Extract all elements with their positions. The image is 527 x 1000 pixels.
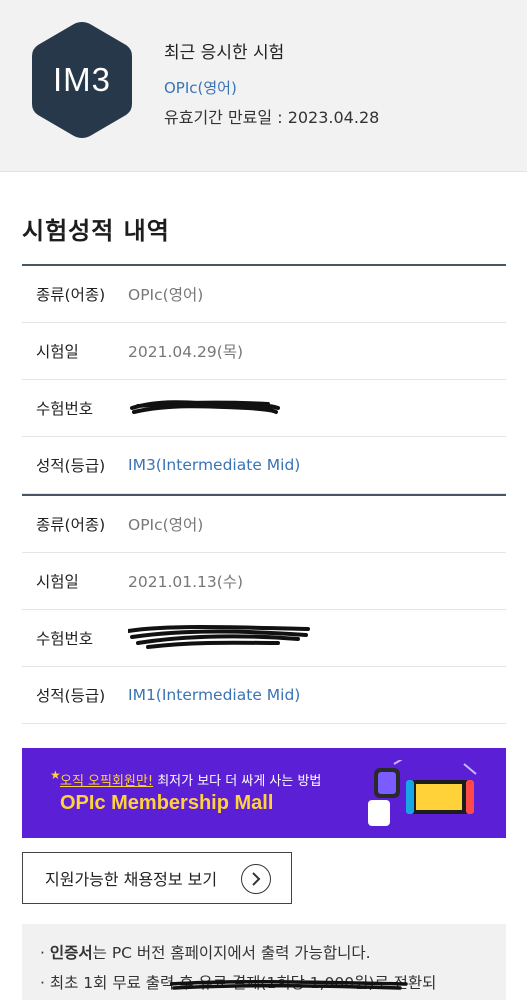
- date-value: 2021.04.29(목): [128, 343, 244, 361]
- view-jobs-label: 지원가능한 채용정보 보기: [45, 870, 218, 889]
- type-label: 종류(어종): [36, 516, 106, 534]
- redaction-scribble: [170, 979, 408, 990]
- type-label: 종류(어종): [36, 286, 106, 304]
- products-illustration: [368, 760, 477, 826]
- type-value: OPIc(영어): [128, 516, 204, 534]
- expiry-date: 유효기간 만료일 : 2023.04.28: [164, 108, 380, 127]
- table-row: 종류(어종) OPIc(영어): [22, 496, 506, 553]
- table-row: 성적(등급) IM3(Intermediate Mid): [22, 437, 506, 494]
- date-value: 2021.01.13(수): [128, 573, 244, 591]
- grade-value: IM1(Intermediate Mid): [128, 686, 301, 704]
- redacted-number-scribble: [128, 394, 288, 422]
- type-value: OPIc(영어): [128, 286, 204, 304]
- table-row: 수험번호: [22, 610, 506, 667]
- grade-label: 성적(등급): [36, 457, 106, 475]
- table-row: 시험일 2021.04.29(목): [22, 323, 506, 380]
- redacted-number-scribble: [126, 621, 318, 655]
- membership-mall-banner[interactable]: ★ 오직 오픽회원만! 최저가 보다 더 싸게 사는 방법 OPIc Membe…: [22, 748, 506, 838]
- grade-value: IM3(Intermediate Mid): [128, 456, 301, 474]
- table-row: 시험일 2021.01.13(수): [22, 553, 506, 610]
- recent-exam-header: IM3 최근 응시한 시험 OPIc(영어) 유효기간 만료일 : 2023.0…: [0, 0, 527, 172]
- grade-label: 성적(등급): [36, 687, 106, 705]
- page-title: 시험성적 내역: [22, 217, 170, 245]
- date-label: 시험일: [36, 343, 79, 361]
- grade-badge-text: IM3: [52, 61, 111, 98]
- notice-line: · 최초 1회 무료 출력 후 유료 결제(1회당 1,000원)로 전환되: [40, 974, 437, 992]
- chevron-right-icon: [241, 864, 271, 894]
- table-row: 수험번호: [22, 380, 506, 437]
- number-label: 수험번호: [36, 630, 94, 648]
- score-history-table: 종류(어종) OPIc(영어) 시험일 2021.04.29(목) 수험번호 성…: [22, 264, 506, 724]
- banner-tagline: 오직 오픽회원만! 최저가 보다 더 싸게 사는 방법: [60, 774, 322, 789]
- table-row: 종류(어종) OPIc(영어): [22, 266, 506, 323]
- view-jobs-button[interactable]: 지원가능한 채용정보 보기: [22, 852, 292, 904]
- banner-title: OPIc Membership Mall: [60, 792, 274, 814]
- recent-exam-language: OPIc(영어): [164, 79, 237, 97]
- recent-exam-title: 최근 응시한 시험: [164, 43, 285, 63]
- certificate-notice: · 인증서는 PC 버전 홈페이지에서 출력 가능합니다. · 최초 1회 무료…: [22, 924, 506, 1000]
- notice-line: · 인증서는 PC 버전 홈페이지에서 출력 가능합니다.: [40, 944, 371, 962]
- table-row: 성적(등급) IM1(Intermediate Mid): [22, 667, 506, 724]
- number-label: 수험번호: [36, 400, 94, 418]
- date-label: 시험일: [36, 573, 79, 591]
